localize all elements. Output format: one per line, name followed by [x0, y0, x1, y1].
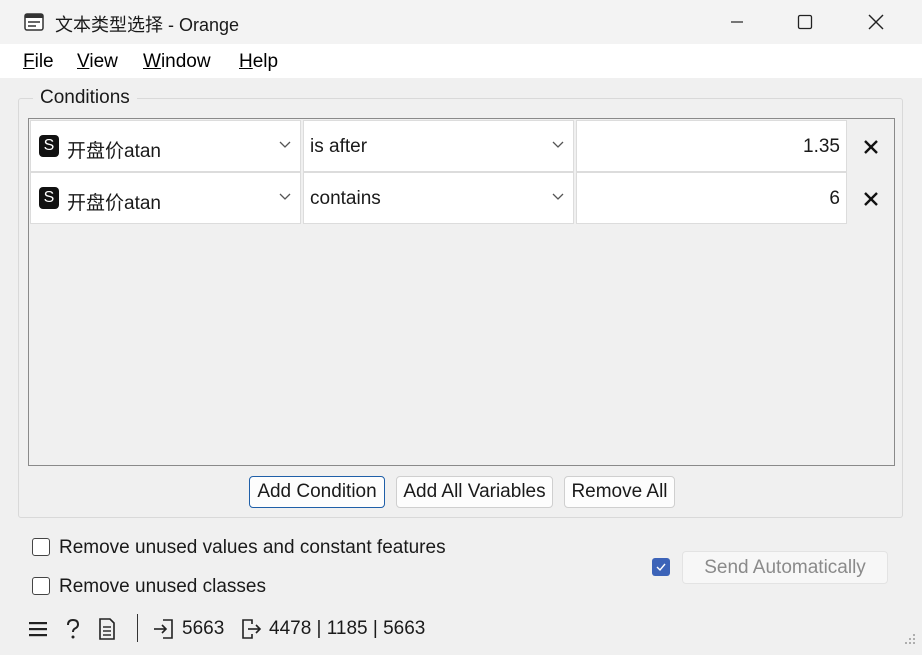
- conditions-group-title: Conditions: [33, 87, 137, 109]
- operator-select-value: is after: [310, 136, 368, 157]
- add-all-variables-button[interactable]: Add All Variables: [396, 476, 553, 508]
- menu-window[interactable]: Window: [143, 51, 211, 73]
- variable-select[interactable]: S 开盘价atan: [30, 120, 301, 172]
- close-icon: [868, 14, 884, 30]
- maximize-button[interactable]: [782, 0, 828, 44]
- chevron-down-icon: [552, 193, 564, 200]
- orange-window: 文本类型选择 - Orange File View Window Help Co…: [0, 0, 922, 655]
- close-button[interactable]: [853, 0, 899, 44]
- operator-select-value: contains: [310, 188, 381, 209]
- orange-widget-icon: [24, 12, 44, 32]
- remove-unused-values-label: Remove unused values and constant featur…: [59, 537, 446, 558]
- output-counts: 4478 | 1185 | 5663: [269, 618, 426, 639]
- menu-bar: File View Window Help: [0, 44, 922, 78]
- checkmark-icon: [656, 563, 666, 572]
- window-title: 文本类型选择 - Orange: [55, 15, 240, 35]
- string-variable-icon: S: [39, 187, 59, 209]
- status-bar: 5663 4478 | 1185 | 5663: [0, 610, 922, 648]
- send-automatically-button[interactable]: Send Automatically: [682, 551, 888, 584]
- menu-file[interactable]: File: [23, 51, 54, 73]
- operator-select[interactable]: contains: [303, 172, 574, 224]
- conditions-list: S 开盘价atan is after 1.35 S 开盘价atan contai…: [28, 118, 895, 466]
- remove-unused-classes-checkbox[interactable]: [32, 577, 50, 595]
- remove-unused-classes-label: Remove unused classes: [59, 576, 266, 597]
- remove-condition-button[interactable]: [859, 187, 883, 211]
- input-count: 5663: [182, 618, 225, 639]
- close-icon: [864, 140, 878, 154]
- minimize-icon: [731, 21, 743, 23]
- value-input-text: 1.35: [803, 136, 840, 157]
- value-input[interactable]: 1.35: [576, 120, 847, 172]
- output-data-icon: [240, 618, 262, 640]
- operator-select[interactable]: is after: [303, 120, 574, 172]
- chevron-down-icon: [552, 141, 564, 148]
- hamburger-menu-icon[interactable]: [27, 618, 49, 640]
- variable-select[interactable]: S 开盘价atan: [30, 172, 301, 224]
- remove-condition-button[interactable]: [859, 135, 883, 159]
- minimize-button[interactable]: [714, 0, 760, 44]
- chevron-down-icon: [279, 141, 291, 148]
- send-automatically-checkbox[interactable]: [652, 558, 670, 576]
- value-input-text: 6: [829, 188, 840, 209]
- menu-help[interactable]: Help: [239, 51, 278, 73]
- input-data-icon: [153, 618, 175, 640]
- title-bar: 文本类型选择 - Orange: [0, 0, 922, 44]
- resize-grip-icon[interactable]: [904, 632, 916, 650]
- help-icon[interactable]: [62, 618, 84, 640]
- remove-all-button[interactable]: Remove All: [564, 476, 675, 508]
- close-icon: [864, 192, 878, 206]
- remove-unused-values-checkbox[interactable]: [32, 538, 50, 556]
- status-separator: [137, 614, 138, 642]
- menu-view[interactable]: View: [77, 51, 118, 73]
- variable-select-value: 开盘价atan: [67, 193, 161, 214]
- report-icon[interactable]: [96, 618, 118, 640]
- variable-select-value: 开盘价atan: [67, 141, 161, 162]
- add-condition-button[interactable]: Add Condition: [249, 476, 385, 508]
- value-input[interactable]: 6: [576, 172, 847, 224]
- chevron-down-icon: [279, 193, 291, 200]
- maximize-icon: [797, 14, 813, 30]
- string-variable-icon: S: [39, 135, 59, 157]
